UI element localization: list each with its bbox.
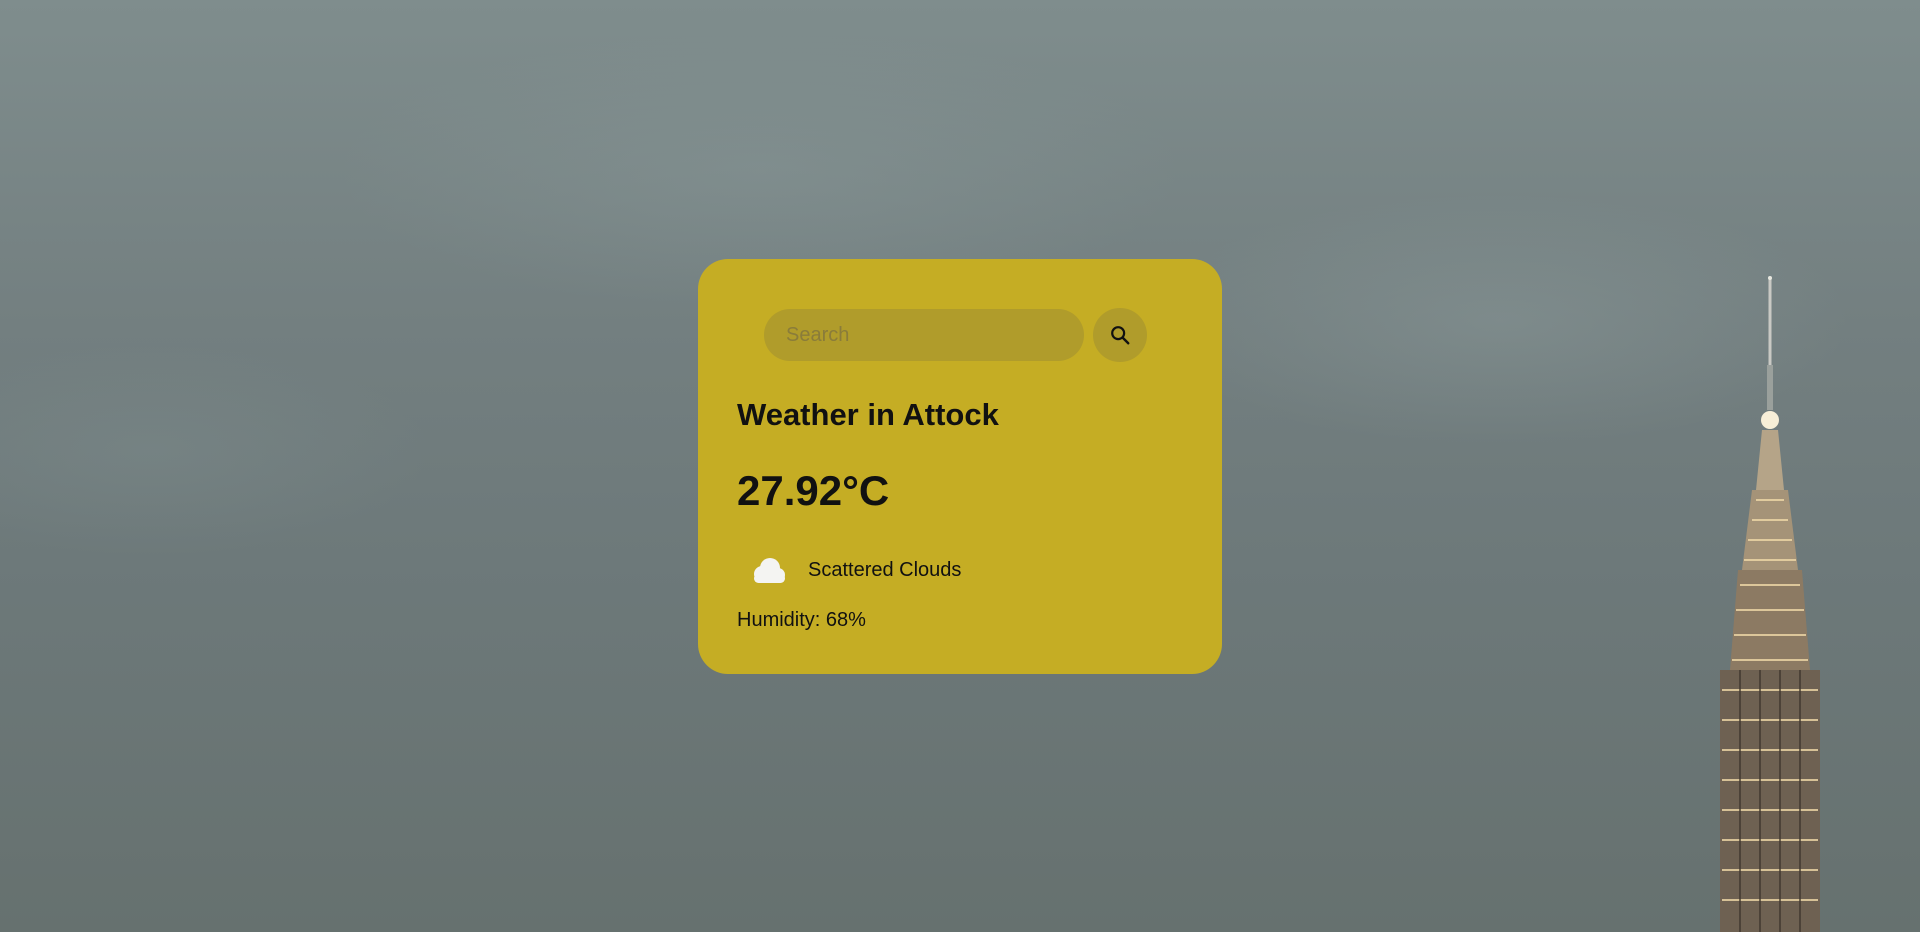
weather-description-row: Scattered Clouds [748, 555, 961, 585]
search-icon [1111, 326, 1130, 345]
search-input[interactable] [764, 309, 1084, 361]
humidity: Humidity: 68% [737, 609, 866, 631]
search-bar [764, 308, 1147, 362]
weather-description: Scattered Clouds [808, 558, 962, 581]
cloud-icon [754, 558, 785, 583]
tower-image [1720, 276, 1820, 932]
temperature: 27.92°C [737, 467, 890, 514]
search-button[interactable] [1093, 308, 1147, 362]
city-title: Weather in Attock [737, 397, 999, 432]
weather-card: Weather in Attock 27.92°C Scattered Clou… [698, 259, 1222, 674]
